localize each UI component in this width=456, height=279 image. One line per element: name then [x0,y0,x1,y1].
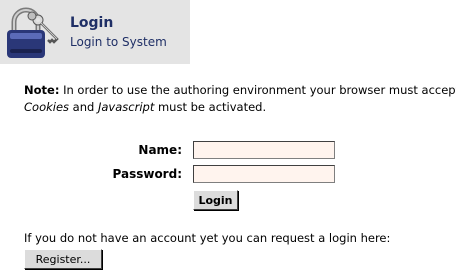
name-label: Name: [138,143,182,157]
lock-with-keys-icon [7,7,59,58]
browser-requirements-note: Note: In order to use the authoring envi… [24,82,456,116]
register-info-text: If you do not have an account yet you ca… [24,231,391,245]
note-label: Note: [24,83,60,97]
note-cookies: Cookies [24,100,70,114]
password-label: Password: [112,167,183,181]
note-and: and [69,100,98,114]
name-input[interactable] [193,141,335,159]
page-header: Login Login to System [0,0,190,64]
page-subtitle: Login to System [70,35,167,49]
register-button[interactable]: Register... [24,249,102,269]
password-input[interactable] [193,165,335,183]
login-button[interactable]: Login [193,190,238,210]
page-title: Login [70,15,114,31]
note-javascript: Javascript [97,100,155,114]
note-text-2: must be activated. [154,100,267,114]
note-text-1: In order to use the authoring environmen… [59,83,456,97]
